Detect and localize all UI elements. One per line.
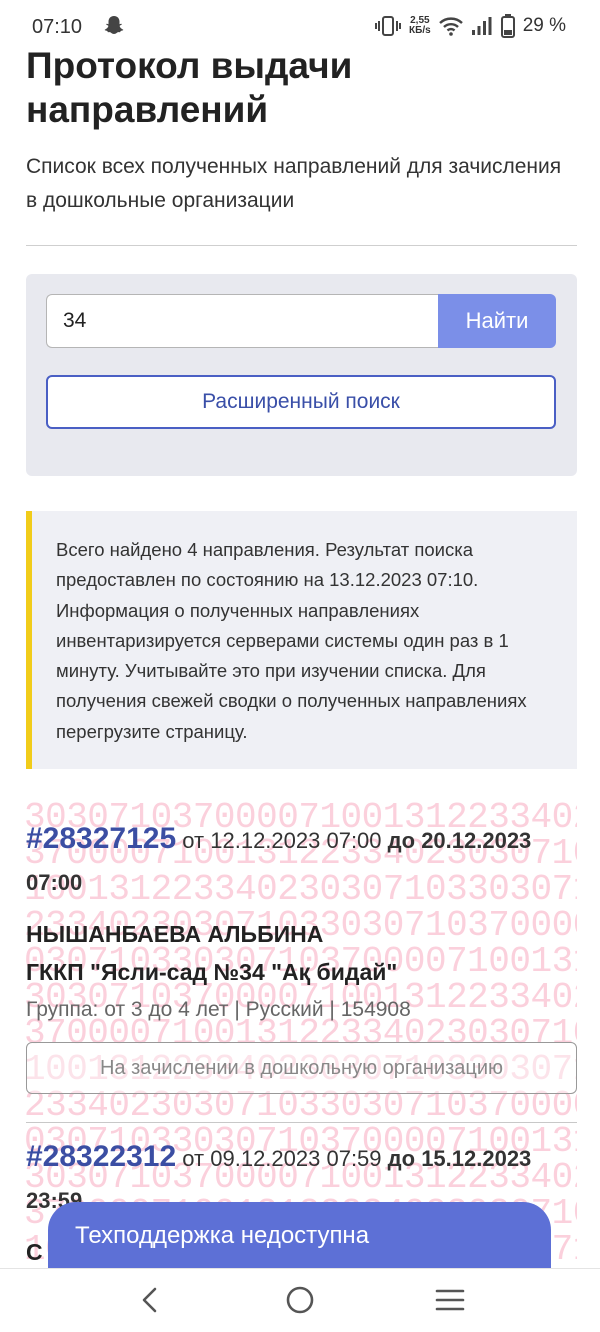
- page-subtitle: Список всех полученных направлений для з…: [26, 155, 562, 212]
- net-speed-unit: КБ/s: [409, 25, 431, 36]
- search-button[interactable]: Найти: [438, 294, 556, 348]
- search-panel: Найти Расширенный поиск: [26, 274, 577, 476]
- card-id[interactable]: #28327125: [26, 822, 176, 855]
- back-icon[interactable]: [138, 1287, 164, 1313]
- info-text: Всего найдено 4 направления. Результат п…: [56, 539, 527, 742]
- card-child-name: НЫШАНБАЕВА АЛЬБИНА: [26, 921, 324, 947]
- card-group-info: Группа: от 3 до 4 лет | Русский | 154908: [26, 998, 411, 1021]
- system-nav-bar: [0, 1268, 600, 1332]
- card-to-label: до: [387, 828, 416, 853]
- card-divider: [26, 1122, 577, 1123]
- snapchat-icon: [104, 16, 124, 34]
- status-badge: На зачислении в дошкольную организацию: [26, 1042, 577, 1094]
- battery-icon: [500, 14, 515, 38]
- card-from-date: 12.12.2023 07:00: [210, 828, 382, 853]
- signal-icon: [471, 17, 492, 35]
- recents-icon[interactable]: [435, 1288, 465, 1312]
- advanced-search-button[interactable]: Расширенный поиск: [46, 375, 556, 429]
- battery-percent: 29 %: [522, 15, 566, 36]
- status-right: 2,55 КБ/s 29 %: [375, 14, 566, 38]
- card-from-date: 09.12.2023 07:59: [210, 1146, 382, 1171]
- net-speed: 2,55 КБ/s: [409, 16, 431, 36]
- vibrate-icon: [375, 16, 402, 36]
- info-notice: Всего найдено 4 направления. Результат п…: [26, 511, 577, 769]
- wifi-icon: [438, 17, 463, 36]
- home-icon[interactable]: [286, 1286, 314, 1314]
- card-organization: ГККП "Ясли-сад №34 "Ақ бидай": [26, 959, 398, 985]
- card-id[interactable]: #28322312: [26, 1140, 176, 1173]
- header-divider: [26, 245, 577, 246]
- search-input[interactable]: [46, 294, 438, 348]
- card-to-label: до: [387, 1146, 416, 1171]
- results-list: 3030710370000710013122334023030710330307…: [26, 800, 577, 1270]
- status-time: 07:10: [32, 16, 83, 38]
- result-card[interactable]: #28327125 от 12.12.2023 07:00 до 20.12.2…: [26, 818, 577, 1094]
- card-from-label: от: [182, 1146, 205, 1171]
- page-title: Протокол выдачи направлений: [26, 45, 353, 130]
- card-header: #28327125 от 12.12.2023 07:00 до 20.12.2…: [26, 818, 577, 904]
- support-label: Техподдержка недоступна: [75, 1222, 370, 1249]
- card-from-label: от: [182, 828, 205, 853]
